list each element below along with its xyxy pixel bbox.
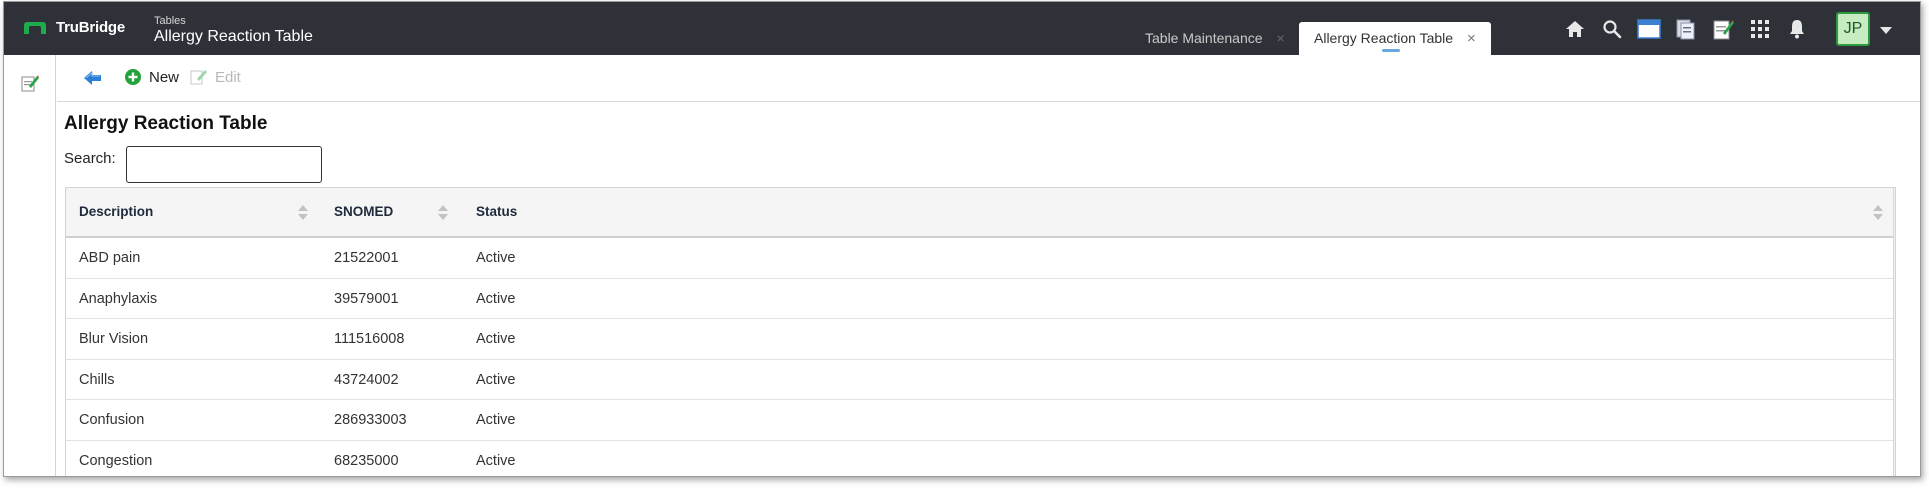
cell-status: Active (476, 250, 516, 266)
edit-button[interactable]: Edit (190, 68, 241, 86)
cell-status: Active (476, 290, 516, 307)
table-row[interactable]: Anaphylaxis 39579001 Active (66, 279, 1895, 319)
left-rail (4, 55, 56, 476)
table-row[interactable]: Chills 43724002 Active (66, 360, 1895, 400)
new-button-label: New (149, 68, 180, 86)
cell-snomed: 111516008 (334, 331, 405, 347)
close-icon[interactable]: × (1277, 30, 1285, 46)
cell-snomed: 286933003 (334, 412, 407, 428)
search-input[interactable] (126, 146, 322, 183)
tab-table-maintenance[interactable]: Table Maintenance × (1130, 22, 1300, 55)
cell-snomed: 68235000 (334, 452, 399, 469)
search-icon[interactable] (1599, 16, 1625, 42)
breadcrumb-parent: Tables (154, 15, 186, 27)
cell-snomed: 21522001 (334, 250, 399, 266)
edit-button-label: Edit (215, 68, 241, 86)
column-header-status[interactable]: Status (476, 188, 517, 236)
notes-icon[interactable] (20, 73, 40, 93)
cell-description: Blur Vision (79, 331, 149, 347)
top-icon-bar (1562, 16, 1821, 42)
plus-circle-icon (125, 69, 141, 85)
home-icon[interactable] (1562, 16, 1588, 42)
cell-status: Active (476, 331, 516, 347)
top-bar: TruBridge Tables Allergy Reaction Table … (4, 2, 1920, 55)
column-header-description[interactable]: Description (79, 188, 153, 236)
documents-icon[interactable] (1673, 16, 1699, 42)
cell-description: Chills (79, 371, 115, 388)
cell-description: Anaphylaxis (79, 290, 158, 307)
cell-description: Confusion (79, 412, 145, 428)
sort-icon[interactable] (438, 205, 448, 221)
table-body: ABD pain 21522001 Active Anaphylaxis 395… (66, 238, 1895, 477)
breadcrumb-current: Allergy Reaction Table (154, 28, 313, 45)
tab-label: Table Maintenance (1145, 30, 1263, 46)
brand-name: TruBridge (56, 19, 126, 36)
notes-icon[interactable] (1710, 16, 1736, 42)
search-label: Search: (64, 150, 116, 167)
cell-status: Active (476, 452, 516, 469)
table-row[interactable]: Confusion 286933003 Active (66, 400, 1895, 441)
new-button[interactable]: New (124, 68, 179, 86)
cell-snomed: 43724002 (334, 371, 399, 388)
close-icon[interactable]: × (1467, 30, 1476, 47)
table-header: Description SNOMED Status (66, 188, 1895, 238)
bell-icon[interactable] (1784, 16, 1810, 42)
cell-status: Active (476, 412, 516, 428)
table-row[interactable]: ABD pain 21522001 Active (66, 238, 1895, 279)
page-title: Allergy Reaction Table (64, 113, 268, 134)
sort-icon[interactable] (298, 205, 308, 221)
sort-icon[interactable] (1873, 205, 1883, 221)
breadcrumb: Tables Allergy Reaction Table (154, 15, 313, 46)
trubridge-logo-icon (24, 21, 46, 34)
brand-logo[interactable]: TruBridge (24, 19, 125, 36)
active-tab-indicator (1382, 49, 1400, 52)
cell-description: ABD pain (79, 250, 141, 266)
back-button[interactable] (83, 69, 103, 87)
chevron-down-icon[interactable] (1880, 27, 1892, 34)
column-header-snomed[interactable]: SNOMED (334, 188, 393, 236)
table-row[interactable]: Blur Vision 111516008 Active (66, 319, 1895, 360)
cell-status: Active (476, 371, 516, 388)
table-row[interactable]: Congestion 68235000 Active (66, 441, 1895, 477)
app-window: TruBridge Tables Allergy Reaction Table … (3, 1, 1921, 477)
toolbar: New Edit (57, 55, 1920, 102)
edit-icon (190, 70, 207, 85)
tab-label: Allergy Reaction Table (1314, 30, 1454, 46)
tab-allergy-reaction-table[interactable]: Allergy Reaction Table × (1299, 22, 1491, 55)
avatar[interactable]: JP (1836, 12, 1870, 46)
window-icon[interactable] (1636, 16, 1662, 42)
data-table: Description SNOMED Status ABD pain 21522… (65, 187, 1896, 477)
cell-description: Congestion (79, 452, 153, 469)
cell-snomed: 39579001 (334, 290, 399, 307)
apps-grid-icon[interactable] (1747, 16, 1773, 42)
vertical-scrollbar[interactable] (1893, 188, 1895, 476)
